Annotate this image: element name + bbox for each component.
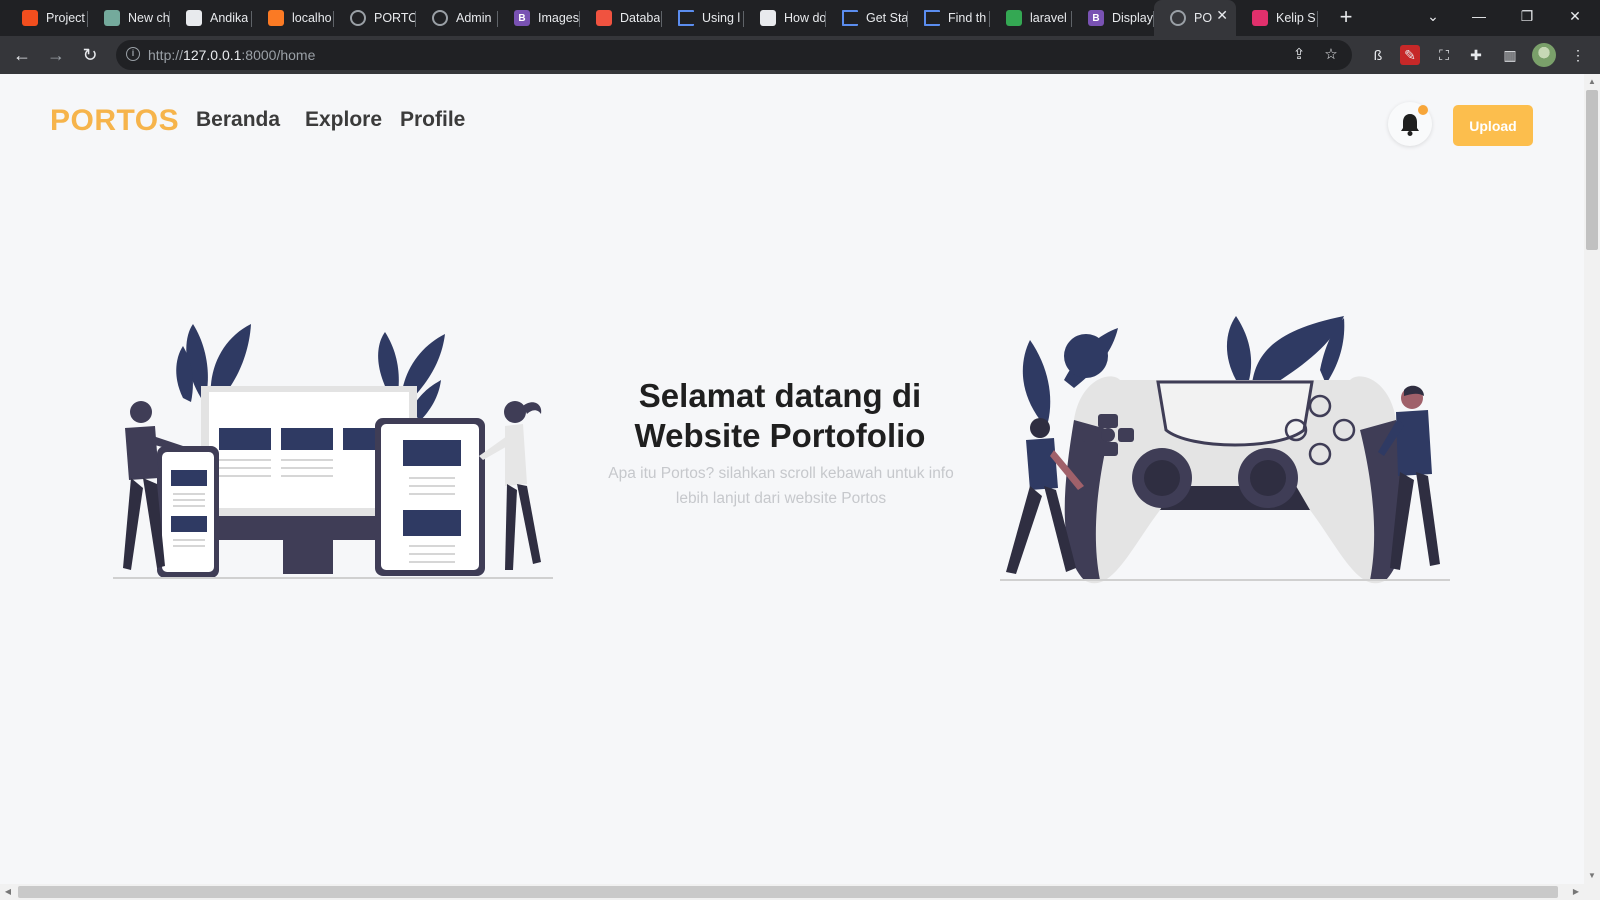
flag-icon	[678, 10, 694, 26]
flag-icon	[924, 10, 940, 26]
chatgpt-icon	[104, 10, 120, 26]
bootstrap-icon: B	[1088, 10, 1104, 26]
bootstrap-icon: B	[514, 10, 530, 26]
browser-menu-icon[interactable]: ⋮	[1568, 45, 1588, 65]
scroll-up-arrow-icon[interactable]: ▲	[1584, 74, 1600, 90]
browser-tab[interactable]: Find th	[908, 3, 990, 33]
side-panel-icon[interactable]: ▥	[1500, 45, 1520, 65]
vertical-scrollbar[interactable]: ▲ ▼	[1584, 74, 1600, 884]
browser-tab[interactable]: PO ✕	[1154, 0, 1236, 36]
tab-title: localho	[292, 11, 332, 25]
share-icon[interactable]: ⇪	[1290, 46, 1308, 64]
browser-tab[interactable]: B Images	[498, 3, 580, 33]
hero-subtitle-line-2: lebih lanjut dari website Portos	[675, 490, 887, 507]
upload-button[interactable]: Upload	[1453, 105, 1533, 146]
tab-title: Get Sta	[866, 11, 908, 25]
tab-title: New ch	[128, 11, 170, 25]
hero-title-line-2: Website Portofolio	[634, 417, 926, 454]
brand-logo[interactable]: PORTOS	[50, 104, 179, 138]
tab-title: Display	[1112, 11, 1153, 25]
browser-tab[interactable]: Project	[6, 3, 88, 33]
minimize-button[interactable]: —	[1456, 0, 1502, 34]
browser-tab[interactable]: New ch	[88, 3, 170, 33]
new-tab-button[interactable]: +	[1332, 4, 1360, 32]
browser-tab[interactable]: Using l	[662, 3, 744, 33]
globe-icon	[350, 10, 366, 26]
notification-dot	[1418, 105, 1428, 115]
close-tab-icon[interactable]: ✕	[1216, 7, 1228, 24]
page-viewport: PORTOS Beranda Explore Profile Upload Se…	[0, 74, 1600, 900]
scroll-left-arrow-icon[interactable]: ◀	[0, 884, 16, 900]
scroll-right-arrow-icon[interactable]: ▶	[1568, 884, 1584, 900]
nav-link-explore[interactable]: Explore	[305, 108, 382, 132]
back-button[interactable]: ←	[9, 42, 35, 68]
browser-toolbar: ← → ↻ i http://127.0.0.1:8000/home ⇪ ☆ ß…	[0, 36, 1600, 74]
browser-tab[interactable]: Get Sta	[826, 3, 908, 33]
tab-title: Images	[538, 11, 579, 25]
notification-button[interactable]	[1388, 102, 1432, 146]
extension-red-icon[interactable]: ✎	[1400, 45, 1420, 65]
browser-tab[interactable]: Databa	[580, 3, 662, 33]
tab-title: How do	[784, 11, 826, 25]
figma-icon	[22, 10, 38, 26]
site-info-icon[interactable]: i	[126, 47, 140, 61]
profile-avatar[interactable]	[1532, 43, 1556, 67]
devices-illustration	[113, 324, 553, 579]
address-bar[interactable]: i http://127.0.0.1:8000/home ⇪ ☆	[116, 40, 1352, 70]
extensions-puzzle-icon[interactable]: ✚	[1466, 45, 1486, 65]
bookmark-star-icon[interactable]: ☆	[1322, 46, 1340, 64]
hero-subtitle: Apa itu Portos? silahkan scroll kebawah …	[585, 461, 977, 511]
tab-title: Find th	[948, 11, 987, 25]
forward-button[interactable]: →	[43, 42, 69, 68]
extension-font-icon[interactable]: ß	[1368, 45, 1388, 65]
globe-icon	[432, 10, 448, 26]
sheets-icon	[1006, 10, 1022, 26]
github-icon	[186, 10, 202, 26]
close-window-button[interactable]: ✕	[1552, 0, 1598, 34]
instagram-icon	[1252, 10, 1268, 26]
laravel-icon	[596, 10, 612, 26]
globe-icon	[1170, 10, 1186, 26]
xampp-icon	[268, 10, 284, 26]
reload-button[interactable]: ↻	[77, 42, 103, 68]
horizontal-scroll-thumb[interactable]	[18, 886, 1558, 898]
hero-title-line-1: Selamat datang di	[638, 377, 922, 414]
hero-subtitle-line-1: Apa itu Portos? silahkan scroll kebawah …	[608, 465, 954, 482]
tab-title: PORTO	[374, 11, 416, 25]
tab-title: Andika	[210, 11, 249, 25]
game-controller-illustration	[1000, 316, 1450, 584]
tab-title: Project	[46, 11, 85, 25]
tab-title: Kelip S	[1276, 11, 1316, 25]
browser-tab[interactable]: Kelip S	[1236, 3, 1318, 33]
url-text[interactable]: http://127.0.0.1:8000/home	[148, 47, 315, 63]
hero-title: Selamat datang di Website Portofolio	[580, 376, 980, 456]
browser-tab[interactable]: Admin	[416, 3, 498, 33]
browser-tab[interactable]: How do	[744, 3, 826, 33]
nav-link-beranda[interactable]: Beranda	[196, 108, 280, 132]
browser-tab[interactable]: PORTO	[334, 3, 416, 33]
tab-title: Admin	[456, 11, 492, 25]
tab-search-button[interactable]: ⌄	[1410, 0, 1456, 34]
tab-title: laravel	[1030, 11, 1067, 25]
site-navbar: PORTOS Beranda Explore Profile Upload	[0, 74, 1584, 174]
browser-tab[interactable]: localho	[252, 3, 334, 33]
vertical-scroll-thumb[interactable]	[1586, 90, 1598, 250]
horizontal-scrollbar[interactable]: ◀ ▶	[0, 884, 1600, 900]
tab-title: Databa	[620, 11, 661, 25]
extension-acrobat-icon[interactable]: ⛶	[1434, 45, 1454, 65]
browser-tab[interactable]: Andika	[170, 3, 252, 33]
scroll-down-arrow-icon[interactable]: ▼	[1584, 868, 1600, 884]
browser-tab[interactable]: B Display	[1072, 3, 1154, 33]
tab-title: PO	[1194, 11, 1213, 25]
browser-tabstrip: Project New ch Andika localho PORTO Admin B Ima…	[0, 0, 1600, 36]
tab-title: Using l	[702, 11, 741, 25]
browser-tab[interactable]: laravel	[990, 3, 1072, 33]
medium-icon	[760, 10, 776, 26]
flag-icon	[842, 10, 858, 26]
nav-link-profile[interactable]: Profile	[400, 108, 465, 132]
restore-button[interactable]: ❐	[1504, 0, 1550, 34]
